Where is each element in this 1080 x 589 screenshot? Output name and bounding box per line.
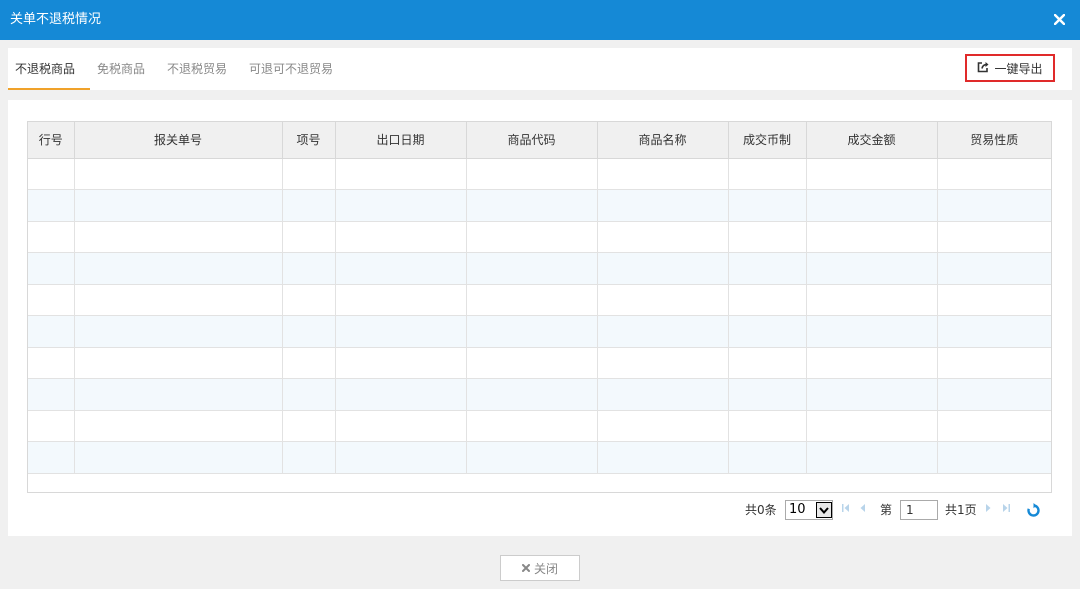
export-button[interactable]: 一键导出 [965, 54, 1055, 82]
column-header-row-no[interactable]: 行号 [28, 122, 75, 159]
page-size-select[interactable]: 10 [785, 500, 833, 520]
active-tab-indicator [8, 88, 90, 90]
chevron-down-icon[interactable] [816, 502, 832, 518]
table-row [28, 221, 1051, 253]
prev-page-icon[interactable] [860, 498, 866, 522]
pagination-bar: 共0条 10 第 1 共1页 [8, 498, 1072, 522]
tab-bar: 不退税商品 免税商品 不退税贸易 可退可不退贸易 一键导出 [8, 48, 1072, 90]
tab-no-refund-goods[interactable]: 不退税商品 [15, 48, 75, 90]
page-size-value: 10 [789, 502, 806, 517]
close-icon[interactable] [1050, 10, 1068, 28]
table-row [28, 315, 1051, 348]
column-header-item-no[interactable]: 项号 [282, 122, 336, 159]
table-row [28, 347, 1051, 379]
column-header-goods-code[interactable]: 商品代码 [466, 122, 598, 159]
tab-optional-refund-trade[interactable]: 可退可不退贸易 [249, 48, 333, 90]
column-header-export-date[interactable]: 出口日期 [335, 122, 467, 159]
last-page-icon[interactable] [1002, 498, 1010, 522]
page-prefix-label: 第 [880, 503, 893, 517]
tab-no-refund-trade[interactable]: 不退税贸易 [167, 48, 227, 90]
export-icon [977, 61, 990, 76]
refresh-icon[interactable] [1024, 500, 1042, 520]
table-row [28, 252, 1051, 285]
table-row [28, 410, 1051, 442]
total-pages-label: 共1页 [945, 503, 977, 517]
first-page-icon[interactable] [842, 498, 850, 522]
next-page-icon[interactable] [985, 498, 991, 522]
export-button-label: 一键导出 [994, 61, 1043, 76]
dialog-title: 关单不退税情况 [10, 12, 102, 27]
column-header-declaration-no[interactable]: 报关单号 [74, 122, 283, 159]
table-header-row: 行号 报关单号 项号 出口日期 商品代码 商品名称 成交币制 成交金额 贸易性质 [28, 122, 1051, 159]
table-row [28, 378, 1051, 411]
data-grid: 行号 报关单号 项号 出口日期 商品代码 商品名称 成交币制 成交金额 贸易性质 [27, 121, 1052, 493]
table-row [28, 189, 1051, 222]
table-row [28, 284, 1051, 316]
close-icon [521, 561, 530, 575]
column-header-goods-name[interactable]: 商品名称 [597, 122, 729, 159]
column-header-amount[interactable]: 成交金额 [806, 122, 938, 159]
column-header-currency[interactable]: 成交币制 [728, 122, 807, 159]
tab-tax-free-goods[interactable]: 免税商品 [97, 48, 145, 90]
table-row [28, 441, 1051, 474]
table-row [28, 158, 1051, 190]
close-button[interactable]: 关闭 [500, 555, 580, 581]
dialog-header: 关单不退税情况 [0, 0, 1080, 40]
close-button-label: 关闭 [533, 561, 558, 576]
total-records-label: 共0条 [745, 503, 777, 517]
column-header-trade-nature[interactable]: 贸易性质 [937, 122, 1051, 159]
page-number-input[interactable]: 1 [900, 500, 938, 520]
main-panel: 行号 报关单号 项号 出口日期 商品代码 商品名称 成交币制 成交金额 贸易性质 [8, 100, 1072, 536]
